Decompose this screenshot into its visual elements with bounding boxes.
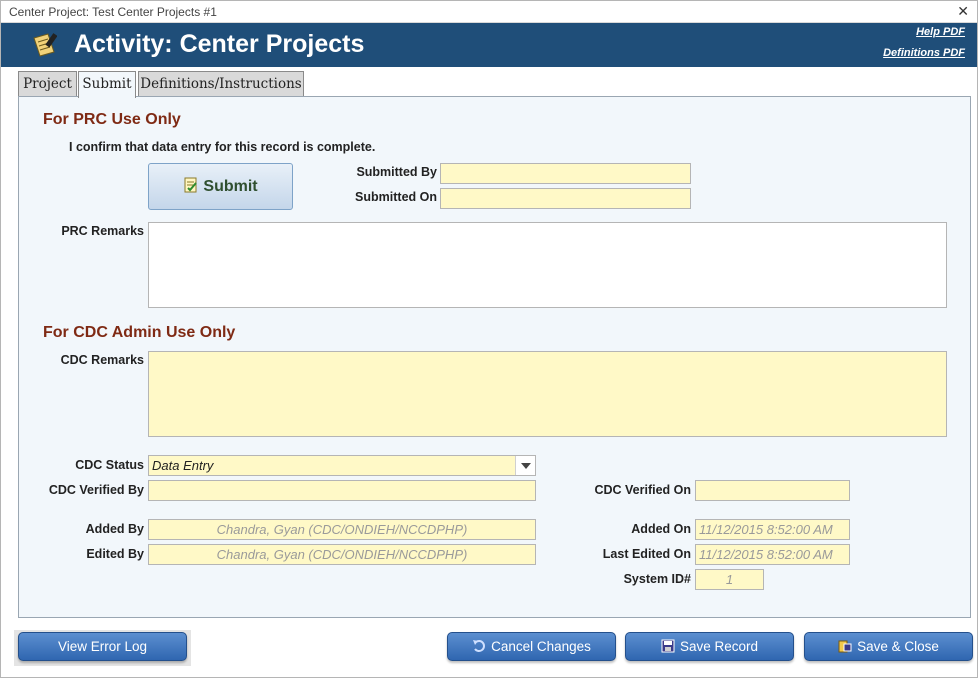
save-record-button[interactable]: Save Record bbox=[625, 632, 794, 661]
submit-button[interactable]: Submit bbox=[148, 163, 293, 210]
submitted-on-field[interactable] bbox=[440, 188, 691, 209]
confirm-note: I confirm that data entry for this recor… bbox=[69, 140, 376, 154]
cdc-remarks-field[interactable] bbox=[148, 351, 947, 437]
chevron-down-icon[interactable] bbox=[515, 456, 535, 475]
cdc-verified-on-label: CDC Verified On bbox=[594, 483, 691, 497]
submitted-on-label: Submitted On bbox=[355, 190, 437, 204]
tab-project[interactable]: Project bbox=[18, 71, 77, 97]
cdc-verified-on-field[interactable] bbox=[695, 480, 850, 501]
definitions-pdf-link[interactable]: Definitions PDF bbox=[883, 47, 965, 59]
close-icon[interactable]: ✕ bbox=[957, 3, 969, 20]
form-header: Activity: Center Projects Help PDF Defin… bbox=[1, 23, 977, 67]
added-by-field: Chandra, Gyan (CDC/ONDIEH/NCCDPHP) bbox=[148, 519, 536, 540]
submitted-by-field[interactable] bbox=[440, 163, 691, 184]
submit-button-label: Submit bbox=[203, 178, 258, 195]
save-close-label: Save & Close bbox=[857, 639, 939, 654]
cdc-verified-by-label: CDC Verified By bbox=[48, 483, 144, 497]
cdc-status-select[interactable]: Data Entry bbox=[148, 455, 536, 476]
cdc-status-value: Data Entry bbox=[152, 458, 214, 473]
added-on-label: Added On bbox=[631, 522, 691, 536]
cdc-section-title: For CDC Admin Use Only bbox=[43, 324, 236, 341]
title-bar: Center Project: Test Center Projects #1 … bbox=[1, 1, 977, 23]
save-exit-icon bbox=[838, 640, 852, 653]
added-on-field: 11/12/2015 8:52:00 AM bbox=[695, 519, 850, 540]
cancel-changes-button[interactable]: Cancel Changes bbox=[447, 632, 616, 661]
submit-tab-panel: For PRC Use Only I confirm that data ent… bbox=[18, 96, 971, 618]
help-pdf-link[interactable]: Help PDF bbox=[916, 26, 965, 38]
edited-by-label: Edited By bbox=[86, 547, 144, 561]
last-edited-on-label: Last Edited On bbox=[602, 547, 691, 561]
undo-icon bbox=[473, 640, 486, 653]
cdc-status-label: CDC Status bbox=[75, 458, 144, 472]
page-title: Activity: Center Projects bbox=[74, 30, 365, 58]
cdc-remarks-label: CDC Remarks bbox=[60, 353, 144, 367]
prc-section-title: For PRC Use Only bbox=[43, 111, 181, 128]
save-record-label: Save Record bbox=[679, 639, 759, 654]
system-id-label: System ID# bbox=[623, 572, 691, 586]
edited-by-field: Chandra, Gyan (CDC/ONDIEH/NCCDPHP) bbox=[148, 544, 536, 565]
tab-definitions-instructions[interactable]: Definitions/Instructions bbox=[138, 71, 304, 97]
floppy-disk-icon bbox=[661, 639, 675, 653]
save-close-button[interactable]: Save & Close bbox=[804, 632, 973, 661]
cdc-verified-by-field[interactable] bbox=[148, 480, 536, 501]
checklist-icon bbox=[184, 177, 198, 193]
view-error-log-label: View Error Log bbox=[57, 639, 148, 654]
tab-submit[interactable]: Submit bbox=[78, 71, 136, 98]
prc-remarks-label: PRC Remarks bbox=[61, 224, 144, 238]
system-id-field: 1 bbox=[695, 569, 764, 590]
view-error-log-button[interactable]: View Error Log bbox=[18, 632, 187, 661]
window-title: Center Project: Test Center Projects #1 bbox=[9, 5, 217, 19]
notepad-icon bbox=[33, 33, 57, 57]
last-edited-on-field: 11/12/2015 8:52:00 AM bbox=[695, 544, 850, 565]
app-window: Center Project: Test Center Projects #1 … bbox=[0, 0, 978, 678]
submitted-by-label: Submitted By bbox=[356, 165, 437, 179]
added-by-label: Added By bbox=[85, 522, 144, 536]
prc-remarks-field[interactable] bbox=[148, 222, 947, 308]
cancel-changes-label: Cancel Changes bbox=[491, 639, 591, 654]
